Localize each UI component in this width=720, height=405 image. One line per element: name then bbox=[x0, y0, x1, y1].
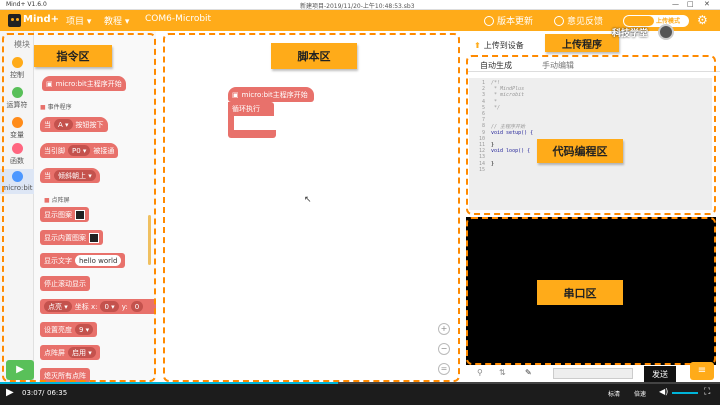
mindplus-logo: Mind+ bbox=[8, 13, 59, 28]
upload-to-device-button[interactable]: ⬆ 上传到设备 bbox=[474, 38, 552, 52]
script-area-outline bbox=[163, 33, 460, 382]
device-selector[interactable]: COM6-Microbit bbox=[145, 14, 211, 24]
code-area-outline bbox=[466, 55, 716, 215]
watermark-logo-icon bbox=[658, 24, 674, 40]
feedback-button[interactable]: 意见反馈 bbox=[554, 13, 603, 28]
upload-area-label: 上传程序 bbox=[545, 34, 619, 52]
maximize-button[interactable]: □ bbox=[687, 0, 694, 8]
script-area-label: 脚本区 bbox=[271, 43, 357, 69]
close-button[interactable]: ✕ bbox=[704, 0, 710, 8]
update-icon bbox=[484, 15, 494, 26]
code-area-label: 代码编程区 bbox=[537, 139, 623, 163]
menu-list-icon[interactable]: ≡ bbox=[690, 362, 714, 380]
minimize-button[interactable]: — bbox=[672, 0, 679, 8]
upload-icon: ⬆ bbox=[474, 40, 481, 50]
gear-icon[interactable]: ⚙ bbox=[697, 13, 708, 27]
fullscreen-icon[interactable]: ⛶ bbox=[704, 387, 710, 397]
palette-area-outline bbox=[2, 33, 156, 382]
project-title: 新建项目-2019/11/20-上午10:48:53.sb3 bbox=[300, 3, 415, 10]
menu-tutorial[interactable]: 教程 ▾ bbox=[104, 14, 129, 27]
run-icon[interactable]: ▶ bbox=[6, 360, 34, 380]
serial-area-label: 串口区 bbox=[537, 280, 623, 305]
title-bar: Mind+ V1.6.0 新建项目-2019/11/20-上午10:48:53.… bbox=[0, 0, 720, 10]
serial-settings-icon[interactable]: ⚲ bbox=[477, 368, 483, 377]
feedback-icon bbox=[554, 15, 564, 26]
serial-connect-icon[interactable]: ⇅ bbox=[499, 368, 506, 377]
speed-button[interactable]: 倍速 bbox=[634, 389, 646, 398]
video-player-bar: ▶ 03:07 / 06:35 标清 倍速 ◀) ⛶ bbox=[0, 382, 720, 405]
send-button[interactable]: 发送 bbox=[644, 366, 676, 382]
video-progress[interactable] bbox=[0, 382, 720, 384]
serial-input[interactable] bbox=[553, 368, 633, 379]
watermark: 科技学堂 bbox=[612, 29, 649, 39]
volume-slider[interactable] bbox=[672, 392, 698, 394]
total-time: 06:35 bbox=[47, 389, 68, 397]
quality-button[interactable]: 标清 bbox=[608, 389, 620, 398]
app-title: Mind+ V1.6.0 bbox=[6, 1, 47, 8]
menu-project[interactable]: 项目 ▾ bbox=[66, 14, 91, 27]
current-time: 03:07 bbox=[22, 389, 43, 397]
volume-icon[interactable]: ◀) bbox=[659, 387, 668, 396]
serial-toolbar: ⚲ ⇅ ✎ 发送 bbox=[469, 366, 712, 382]
version-update-button[interactable]: 版本更新 bbox=[484, 13, 533, 28]
palette-area-label: 指令区 bbox=[34, 45, 112, 67]
play-icon[interactable]: ▶ bbox=[6, 387, 14, 398]
serial-clear-icon[interactable]: ✎ bbox=[525, 368, 532, 377]
